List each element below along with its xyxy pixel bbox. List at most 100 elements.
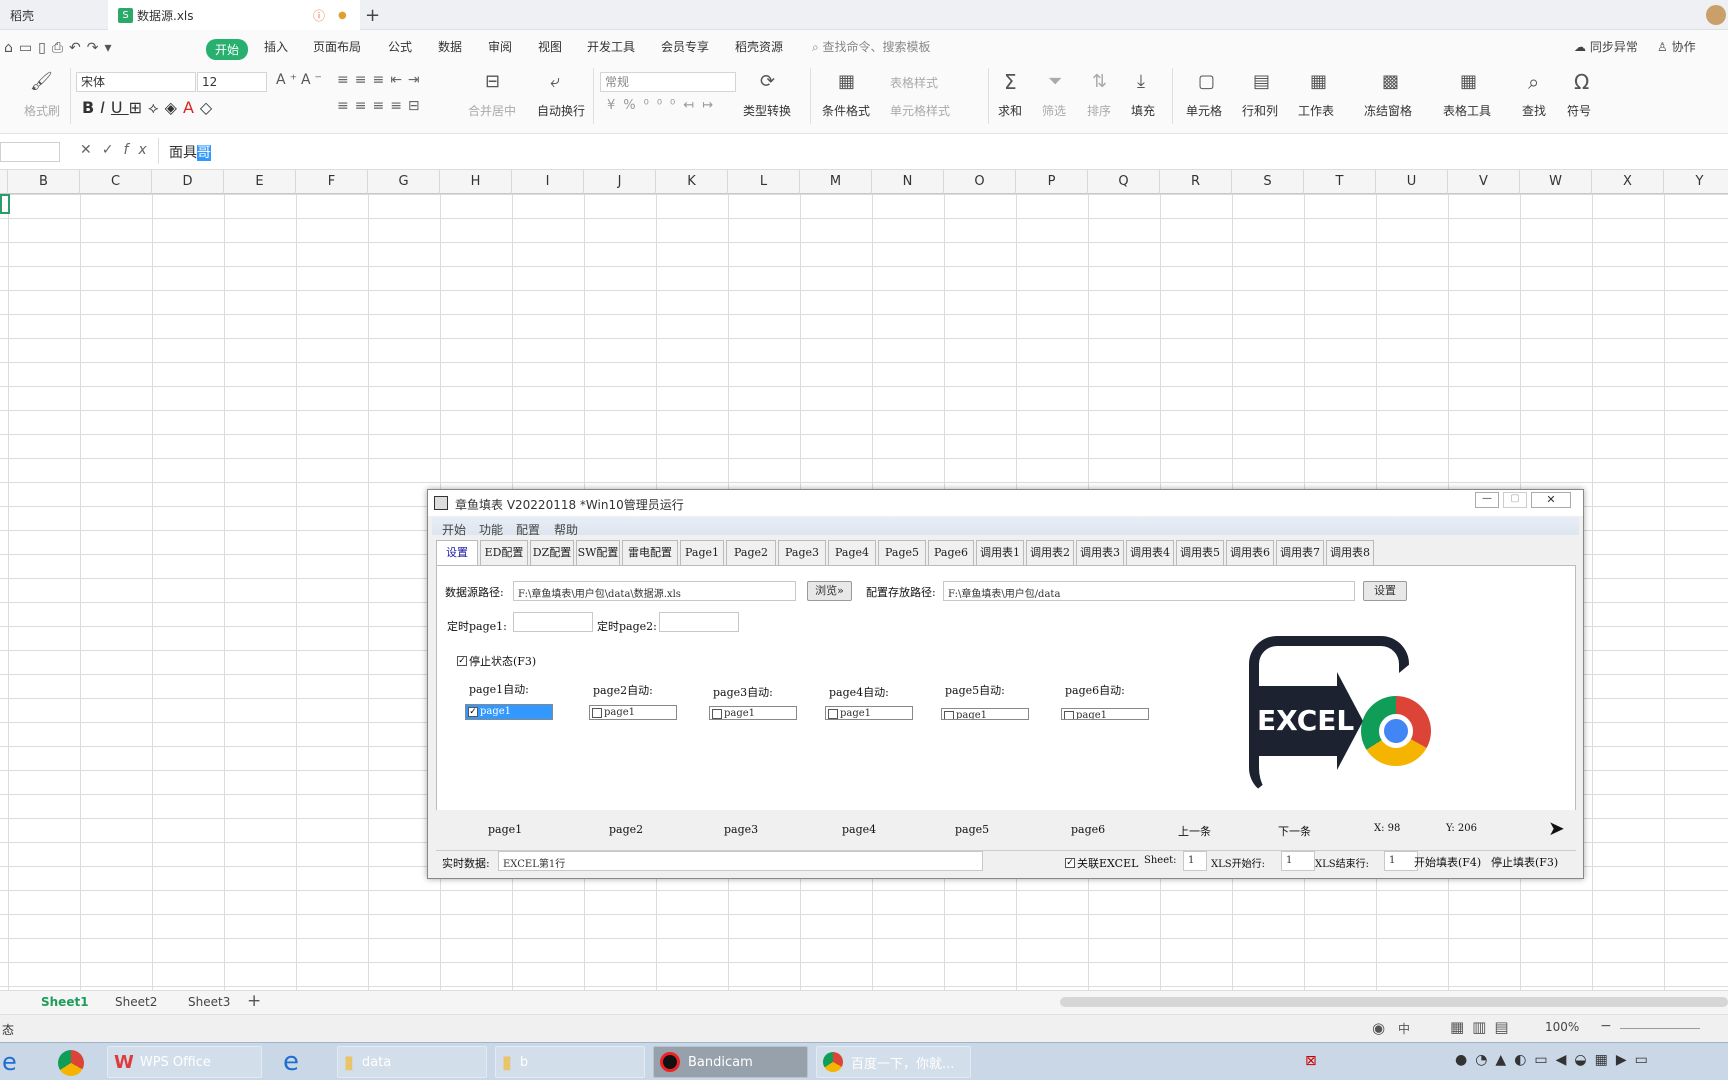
- menu-docer[interactable]: 稻壳资源: [735, 38, 783, 55]
- close-button[interactable]: ✕: [1531, 492, 1571, 508]
- column-header-W[interactable]: W: [1520, 170, 1592, 194]
- dialog-menu-function[interactable]: 功能: [479, 521, 503, 538]
- dialog-tab-17[interactable]: 调用表6: [1226, 540, 1274, 566]
- nav-page6[interactable]: page6: [1071, 823, 1105, 836]
- timer-page2-input[interactable]: [659, 612, 739, 632]
- sort-icon[interactable]: ⇅: [1092, 72, 1107, 92]
- view-mode-icons[interactable]: ▦▥▤: [1450, 1018, 1517, 1036]
- quick-access-icons[interactable]: ⌂▭▯⎙↶↷▾: [4, 40, 118, 56]
- cancel-confirm-fx-icons[interactable]: ✕✓fx: [80, 142, 157, 158]
- fill-label[interactable]: 填充: [1131, 102, 1155, 119]
- menu-data[interactable]: 数据: [438, 38, 462, 55]
- taskbar-folder-b[interactable]: ▮ b: [495, 1046, 645, 1078]
- auto-listbox-page2[interactable]: page1✓page2page3page4page5page6: [589, 705, 677, 720]
- sum-label[interactable]: 求和: [998, 102, 1022, 119]
- taskbar-bandicam[interactable]: Bandicam: [653, 1046, 808, 1078]
- column-header-V[interactable]: V: [1448, 170, 1520, 194]
- checkbox-icon[interactable]: [592, 708, 602, 718]
- format-painter-icon[interactable]: 🖌: [30, 72, 53, 92]
- cfg-path-input[interactable]: F:\章鱼填表\用户包/data: [943, 581, 1355, 601]
- dialog-tab-13[interactable]: 调用表2: [1026, 540, 1074, 566]
- row-col-icon[interactable]: ▤: [1253, 72, 1270, 92]
- menu-dev[interactable]: 开发工具: [587, 38, 635, 55]
- next-record-button[interactable]: 下一条: [1278, 823, 1311, 839]
- dialog-tab-16[interactable]: 调用表5: [1176, 540, 1224, 566]
- minimize-button[interactable]: —: [1475, 492, 1499, 508]
- dialog-menu-start[interactable]: 开始: [442, 521, 466, 538]
- font-family-select[interactable]: 宋体: [76, 72, 196, 92]
- wrap-label[interactable]: 自动换行: [537, 102, 585, 119]
- column-header-N[interactable]: N: [872, 170, 944, 194]
- find-icon[interactable]: ⌕: [1528, 72, 1539, 92]
- column-header-L[interactable]: L: [728, 170, 800, 194]
- freeze-label[interactable]: 冻结窗格: [1364, 102, 1412, 119]
- taskbar-wps[interactable]: W WPS Office: [107, 1046, 262, 1078]
- link-excel-checkbox[interactable]: ✓ 关联EXCEL: [1065, 855, 1138, 871]
- dialog-tab-7[interactable]: Page2: [726, 540, 776, 566]
- column-header-X[interactable]: X: [1592, 170, 1664, 194]
- auto-listbox-page5[interactable]: page1page2page3page4✓page5page6: [941, 708, 1029, 720]
- column-header-A[interactable]: [0, 170, 8, 194]
- column-header-B[interactable]: B: [8, 170, 80, 194]
- wrap-icon[interactable]: ⤶: [550, 72, 560, 92]
- ie-icon[interactable]: e: [2, 1048, 17, 1076]
- table-tools-icon[interactable]: ▦: [1460, 72, 1477, 92]
- taskbar-chrome-baidu[interactable]: 百度一下，你就...: [816, 1046, 971, 1078]
- column-header-R[interactable]: R: [1160, 170, 1232, 194]
- dialog-tab-6[interactable]: Page1: [680, 540, 724, 566]
- column-header-C[interactable]: C: [80, 170, 152, 194]
- menu-layout[interactable]: 页面布局: [313, 38, 361, 55]
- sort-label[interactable]: 排序: [1087, 102, 1111, 119]
- column-header-Y[interactable]: Y: [1664, 170, 1728, 194]
- auto-listbox-page3[interactable]: page1page2✓page3page4page5page6: [709, 706, 797, 720]
- dialog-tab-2[interactable]: ED配置: [480, 540, 528, 566]
- name-box[interactable]: [0, 142, 60, 162]
- dialog-tab-15[interactable]: 调用表4: [1126, 540, 1174, 566]
- menu-formula[interactable]: 公式: [388, 38, 412, 55]
- cell-label[interactable]: 单元格: [1186, 102, 1222, 119]
- auto-listbox-page4[interactable]: page1page2page3✓page4page5page6: [825, 706, 913, 720]
- menu-review[interactable]: 审阅: [488, 38, 512, 55]
- condition-format-label[interactable]: 条件格式: [822, 102, 870, 119]
- tray-app-icon[interactable]: ⊠: [1305, 1053, 1317, 1069]
- column-header-S[interactable]: S: [1232, 170, 1304, 194]
- dialog-tab-14[interactable]: 调用表3: [1076, 540, 1124, 566]
- auto-listbox-page6[interactable]: page1page2page3page4page5✓page6: [1061, 708, 1149, 720]
- stop-fill-button[interactable]: 停止填表(F3): [1491, 854, 1558, 870]
- find-label[interactable]: 查找: [1522, 102, 1546, 119]
- column-header-D[interactable]: D: [152, 170, 224, 194]
- src-path-input[interactable]: F:\章鱼填表\用户包\data\数据源.xls: [513, 581, 796, 601]
- type-convert-icon[interactable]: ⟳: [760, 72, 775, 92]
- symbol-label[interactable]: 符号: [1567, 102, 1591, 119]
- new-tab-plus-icon[interactable]: +: [365, 0, 385, 30]
- column-header-H[interactable]: H: [440, 170, 512, 194]
- sum-icon[interactable]: Σ: [1004, 72, 1017, 92]
- sheet-input[interactable]: 1: [1183, 851, 1207, 871]
- column-header-J[interactable]: J: [584, 170, 656, 194]
- merge-label[interactable]: 合并居中: [468, 102, 516, 119]
- zoom-slider[interactable]: [1620, 1028, 1700, 1029]
- dialog-tab-11[interactable]: Page6: [928, 540, 974, 566]
- type-convert-label[interactable]: 类型转换: [743, 102, 791, 119]
- font-size-select[interactable]: 12: [197, 72, 267, 92]
- menu-member[interactable]: 会员专享: [661, 38, 709, 55]
- search-command[interactable]: ⌕ 查找命令、搜索模板: [812, 38, 931, 55]
- column-header-P[interactable]: P: [1016, 170, 1088, 194]
- list-item[interactable]: ✓ page1: [466, 705, 552, 719]
- list-item[interactable]: page1: [942, 709, 1028, 719]
- dialog-tab-12[interactable]: 调用表1: [976, 540, 1024, 566]
- filter-icon[interactable]: ⏷: [1048, 72, 1062, 92]
- column-header-U[interactable]: U: [1376, 170, 1448, 194]
- dialog-tab-4[interactable]: SW配置: [576, 540, 620, 566]
- number-format-select[interactable]: 常规: [600, 72, 736, 92]
- tab-file[interactable]: S 数据源.xls ⓘ ●: [108, 0, 360, 30]
- sheet-tab-3[interactable]: Sheet3: [188, 995, 230, 1009]
- row-col-label[interactable]: 行和列: [1242, 102, 1278, 119]
- number-format-icons[interactable]: ¥%⁰⁰⁰↤↦: [607, 98, 721, 113]
- sync-status[interactable]: ☁ 同步异常: [1574, 38, 1638, 55]
- table-style-button[interactable]: 表格样式: [890, 74, 938, 91]
- dialog-tab-1[interactable]: 设置: [436, 540, 478, 566]
- list-item[interactable]: page1: [826, 707, 912, 719]
- list-item[interactable]: page1: [710, 707, 796, 719]
- checkbox-icon[interactable]: [1064, 711, 1074, 719]
